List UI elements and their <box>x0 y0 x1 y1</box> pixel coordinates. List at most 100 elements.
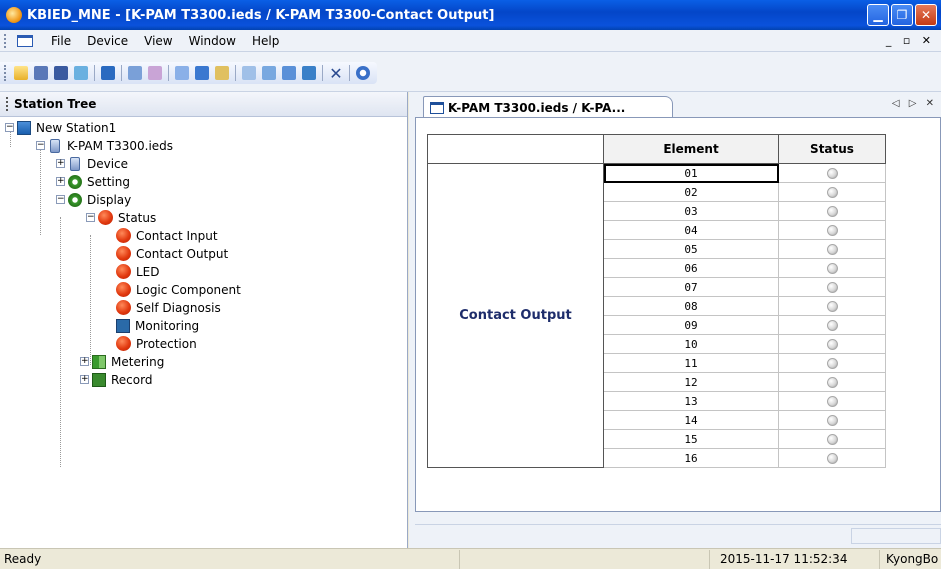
element-cell[interactable]: 12 <box>603 372 779 392</box>
status-cell <box>778 448 886 468</box>
tree-node-label: Contact Input <box>136 228 218 243</box>
collapse-icon[interactable]: − <box>86 213 95 222</box>
tree-node-ieds[interactable]: − K-PAM T3300.ieds <box>36 137 175 154</box>
status-led-icon <box>826 434 838 445</box>
toolbar-grip[interactable] <box>4 65 8 81</box>
save-all-icon[interactable] <box>52 64 70 82</box>
station-tree-panel: Station Tree − New Station1 − K-PAM T330… <box>0 92 408 548</box>
restore-button[interactable]: ❐ <box>891 4 913 26</box>
document-icon[interactable] <box>17 34 33 47</box>
document-tab[interactable]: K-PAM T3300.ieds / K-PA... <box>423 96 673 118</box>
tree-node-protection[interactable]: Protection <box>116 335 199 352</box>
element-cell[interactable]: 07 <box>603 277 779 297</box>
table-corner <box>427 134 604 164</box>
column-header-element[interactable]: Element <box>603 134 779 164</box>
status-cell <box>778 182 886 202</box>
menu-view[interactable]: View <box>136 34 180 48</box>
expand-icon[interactable]: + <box>80 357 89 366</box>
status-led-icon <box>826 206 838 217</box>
menubar-grip[interactable] <box>4 33 14 48</box>
status-led-icon <box>826 415 838 426</box>
expand-icon[interactable]: + <box>80 375 89 384</box>
help-icon[interactable] <box>354 64 372 82</box>
tree-node-station[interactable]: − New Station1 <box>5 119 118 136</box>
toolbar: ✕ <box>0 52 941 92</box>
table-body: Contact Output 01 02 03 04 05 06 07 08 09 10 11 12 13… <box>427 163 886 468</box>
tree-node-label: Metering <box>111 354 165 369</box>
element-cell[interactable]: 11 <box>603 353 779 373</box>
tree-node-logic-component[interactable]: Logic Component <box>116 281 243 298</box>
element-cell[interactable]: 05 <box>603 239 779 259</box>
save-icon[interactable] <box>32 64 50 82</box>
tree-node-metering[interactable]: + Metering <box>80 353 166 370</box>
menu-help[interactable]: Help <box>244 34 287 48</box>
element-cell[interactable]: 01 <box>603 163 779 183</box>
monitor-icon[interactable] <box>193 64 211 82</box>
tree-node-device[interactable]: + Device <box>56 155 130 172</box>
send-icon[interactable] <box>300 64 318 82</box>
collapse-icon[interactable]: − <box>36 141 45 150</box>
table-row[interactable]: Contact Output 01 <box>427 163 886 468</box>
mdi-controls[interactable]: _ ▫ ✕ <box>886 34 935 47</box>
disconnect-icon[interactable] <box>280 64 298 82</box>
tree-node-label: Record <box>111 372 153 387</box>
tree-node-record[interactable]: + Record <box>80 371 154 388</box>
download-icon[interactable] <box>126 64 144 82</box>
tree-node-contact-output[interactable]: Contact Output <box>116 245 231 262</box>
element-cell[interactable]: 02 <box>603 182 779 202</box>
delete-icon[interactable]: ✕ <box>327 64 345 83</box>
title-bar: KBIED_MNE - [K-PAM T3300.ieds / K-PAM T3… <box>0 0 941 30</box>
tree-node-monitoring[interactable]: Monitoring <box>116 317 201 334</box>
expand-icon[interactable]: + <box>56 177 65 186</box>
status-user: KyongBo <box>879 550 941 569</box>
tree-icon[interactable] <box>99 64 117 82</box>
toolbar-separator <box>322 65 323 81</box>
element-cell[interactable]: 14 <box>603 410 779 430</box>
panel-grip[interactable] <box>6 97 8 111</box>
status-led-icon <box>826 282 838 293</box>
status-icon <box>116 336 131 351</box>
minimize-button[interactable]: ▁ <box>867 4 889 26</box>
element-cell[interactable]: 06 <box>603 258 779 278</box>
device-config-icon[interactable] <box>173 64 191 82</box>
menu-window[interactable]: Window <box>181 34 244 48</box>
tree-node-setting[interactable]: + Setting <box>56 173 132 190</box>
element-cell[interactable]: 04 <box>603 220 779 240</box>
toolbar-separator <box>168 65 169 81</box>
element-cell[interactable]: 09 <box>603 315 779 335</box>
status-cell <box>778 239 886 259</box>
menu-device[interactable]: Device <box>79 34 136 48</box>
window-icon[interactable] <box>240 64 258 82</box>
status-icon <box>98 210 113 225</box>
tree-node-label: LED <box>136 264 160 279</box>
close-button[interactable]: ✕ <box>915 4 937 26</box>
element-cell[interactable]: 15 <box>603 429 779 449</box>
connect-icon[interactable] <box>260 64 278 82</box>
tree-node-label: Logic Component <box>136 282 241 297</box>
element-cell[interactable]: 08 <box>603 296 779 316</box>
network-icon[interactable] <box>72 64 90 82</box>
tree-node-self-diagnosis[interactable]: Self Diagnosis <box>116 299 223 316</box>
collapse-icon[interactable]: − <box>56 195 65 204</box>
app-icon[interactable] <box>6 7 22 23</box>
tree-node-status[interactable]: − Status <box>86 209 158 226</box>
grid-icon[interactable] <box>213 64 231 82</box>
menu-file[interactable]: File <box>43 34 79 48</box>
collapse-icon[interactable]: − <box>5 123 14 132</box>
element-cell[interactable]: 03 <box>603 201 779 221</box>
status-led-icon <box>826 263 838 274</box>
tree-node-led[interactable]: LED <box>116 263 162 280</box>
element-cell[interactable]: 16 <box>603 448 779 468</box>
element-cell[interactable]: 13 <box>603 391 779 411</box>
column-header-status[interactable]: Status <box>778 134 886 164</box>
tree-node-display[interactable]: − Display <box>56 191 133 208</box>
tree-node-contact-input[interactable]: Contact Input <box>116 227 220 244</box>
upload-icon[interactable] <box>146 64 164 82</box>
element-cell[interactable]: 10 <box>603 334 779 354</box>
status-cell <box>778 334 886 354</box>
open-folder-icon[interactable] <box>12 64 30 82</box>
document-area: K-PAM T3300.ieds / K-PA... ◁ ▷ ✕ Element… <box>409 92 941 548</box>
document-icon <box>430 101 444 114</box>
expand-icon[interactable]: + <box>56 159 65 168</box>
tab-navigation[interactable]: ◁ ▷ ✕ <box>892 98 937 109</box>
